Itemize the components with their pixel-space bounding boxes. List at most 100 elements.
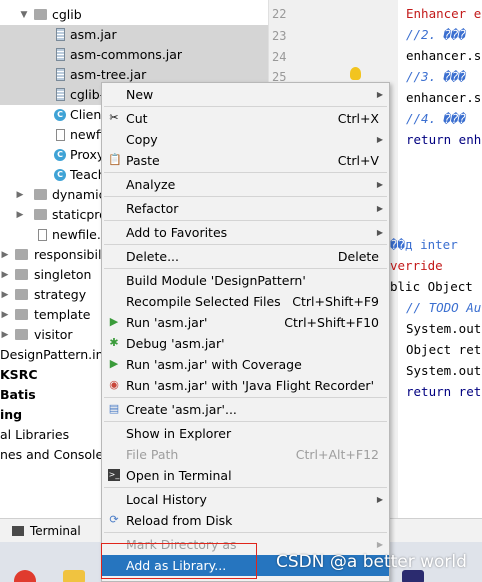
folder-icon: [15, 329, 28, 340]
chevron-right-icon[interactable]: ▶: [0, 305, 10, 325]
menu-separator: [104, 397, 387, 398]
menu-item-shortcut: Ctrl+Shift+F10: [284, 315, 379, 330]
menu-item-cut[interactable]: ✂ Cut Ctrl+X: [102, 108, 389, 129]
menu-item-open-in-terminal[interactable]: >_ Open in Terminal: [102, 465, 389, 486]
menu-item-new[interactable]: New ▶: [102, 84, 389, 105]
flight-recorder-icon: ◉: [109, 378, 119, 391]
menu-item-recompile[interactable]: Recompile Selected Files Ctrl+Shift+F9: [102, 291, 389, 312]
folder-icon: [34, 9, 47, 20]
code-line: return enh: [406, 132, 482, 147]
menu-item-label: Recompile Selected Files: [126, 294, 281, 309]
lightbulb-icon[interactable]: [350, 67, 361, 80]
menu-separator: [104, 244, 387, 245]
submenu-arrow-icon: ▶: [376, 180, 383, 189]
menu-separator: [104, 487, 387, 488]
tree-label: ing: [0, 407, 23, 422]
code-line: System.out: [406, 321, 482, 336]
menu-item-label: Debug 'asm.jar': [126, 336, 225, 351]
menu-item-label: Run 'asm.jar' with 'Java Flight Recorder…: [126, 378, 375, 393]
menu-item-create-config[interactable]: ▤ Create 'asm.jar'...: [102, 399, 389, 420]
chrome-icon[interactable]: [14, 570, 36, 582]
line-number: 23: [272, 29, 287, 43]
menu-item-reload-from-disk[interactable]: ⟳ Reload from Disk: [102, 510, 389, 531]
menu-item-local-history[interactable]: Local History ▶: [102, 489, 389, 510]
class-icon: C: [54, 109, 66, 121]
chevron-right-icon[interactable]: ▶: [0, 265, 10, 285]
tree-label: KSRC: [0, 367, 38, 382]
tree-label: asm-commons.jar: [70, 47, 183, 62]
menu-separator: [104, 196, 387, 197]
submenu-arrow-icon: ▶: [376, 135, 383, 144]
code-line: verride: [390, 258, 443, 273]
menu-item-label: Run 'asm.jar': [126, 315, 208, 330]
menu-item-label: Reload from Disk: [126, 513, 233, 528]
folder-icon: [34, 189, 47, 200]
menu-item-file-path[interactable]: File Path Ctrl+Alt+F12: [102, 444, 389, 465]
line-number: 22: [272, 7, 287, 21]
file-icon: [38, 229, 47, 241]
menu-item-refactor[interactable]: Refactor ▶: [102, 198, 389, 219]
chevron-right-icon[interactable]: ▶: [15, 205, 25, 225]
tree-row-cglib[interactable]: ▼ cglib: [0, 5, 268, 25]
tree-label: strategy: [34, 287, 87, 302]
menu-item-analyze[interactable]: Analyze ▶: [102, 174, 389, 195]
menu-item-show-in-explorer[interactable]: Show in Explorer: [102, 423, 389, 444]
tree-label: Proxy: [70, 147, 105, 162]
menu-item-label: Refactor: [126, 201, 179, 216]
menu-item-run-flight-recorder[interactable]: ◉ Run 'asm.jar' with 'Java Flight Record…: [102, 375, 389, 396]
menu-item-delete[interactable]: Delete... Delete: [102, 246, 389, 267]
chevron-right-icon[interactable]: ▶: [0, 285, 10, 305]
menu-item-debug[interactable]: ✱ Debug 'asm.jar': [102, 333, 389, 354]
tree-row-asm-commons-jar[interactable]: asm-commons.jar: [0, 45, 268, 65]
folder-icon: [15, 309, 28, 320]
menu-item-run-coverage[interactable]: ▶ Run 'asm.jar' with Coverage: [102, 354, 389, 375]
tree-label: dynamic: [52, 187, 106, 202]
code-line: //4. ���: [406, 111, 467, 126]
menu-item-shortcut: Ctrl+Alt+F12: [295, 447, 379, 462]
watermark: CSDN @a better world: [276, 552, 467, 572]
jar-icon: [56, 28, 65, 41]
menu-separator: [104, 268, 387, 269]
scissors-icon: ✂: [109, 111, 119, 124]
chevron-down-icon[interactable]: ▼: [19, 5, 29, 25]
code-line: return ret: [406, 384, 482, 399]
tree-row-asm-jar[interactable]: asm.jar: [0, 25, 268, 45]
menu-item-label: Run 'asm.jar' with Coverage: [126, 357, 302, 372]
folder-icon: [15, 249, 28, 260]
chevron-right-icon[interactable]: ▶: [15, 185, 25, 205]
folder-icon: [34, 209, 47, 220]
code-line: enhancer.s: [406, 48, 482, 63]
menu-item-label: Build Module 'DesignPattern': [126, 273, 306, 288]
tree-label: staticpro: [52, 207, 107, 222]
menu-item-label: Paste: [126, 153, 160, 168]
menu-item-label: Show in Explorer: [126, 426, 232, 441]
tree-label: visitor: [34, 327, 73, 342]
menu-item-paste[interactable]: 📋 Paste Ctrl+V: [102, 150, 389, 171]
tree-label: DesignPattern.iml: [0, 347, 112, 362]
code-line: // TODO Au: [406, 300, 482, 315]
menu-item-copy[interactable]: Copy ▶: [102, 129, 389, 150]
tree-label: cglib-: [70, 87, 105, 102]
chevron-right-icon[interactable]: ▶: [0, 325, 10, 345]
file-icon: [56, 129, 65, 141]
class-icon: C: [54, 169, 66, 181]
folder-icon[interactable]: [63, 570, 85, 582]
menu-item-label: New: [126, 87, 154, 102]
menu-item-label: Local History: [126, 492, 207, 507]
menu-item-label: Add to Favorites: [126, 225, 228, 240]
terminal-icon: [12, 526, 24, 536]
menu-item-add-to-favorites[interactable]: Add to Favorites ▶: [102, 222, 389, 243]
menu-item-shortcut: Ctrl+Shift+F9: [292, 294, 379, 309]
terminal-tab[interactable]: Terminal: [12, 523, 81, 539]
chevron-right-icon[interactable]: ▶: [0, 245, 10, 265]
jar-icon: [56, 88, 65, 101]
menu-item-run[interactable]: ▶ Run 'asm.jar' Ctrl+Shift+F10: [102, 312, 389, 333]
debug-icon: ✱: [109, 336, 119, 349]
tree-label: Batis: [0, 387, 36, 402]
jar-icon: [56, 48, 65, 61]
code-line: System.out: [406, 363, 482, 378]
menu-item-build-module[interactable]: Build Module 'DesignPattern': [102, 270, 389, 291]
menu-item-label: Cut: [126, 111, 148, 126]
menu-item-label: Open in Terminal: [126, 468, 232, 483]
menu-separator: [104, 220, 387, 221]
